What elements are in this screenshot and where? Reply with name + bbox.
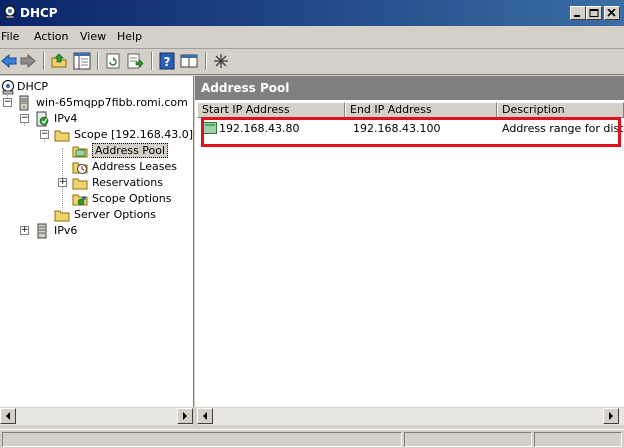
folder-icon: [72, 178, 88, 190]
toolbar-separator: [205, 52, 207, 70]
console-tree: DHCP − win-65mqpp7fibb.romi.com − IPv4 −…: [0, 76, 194, 407]
refresh-icon[interactable]: [104, 52, 122, 70]
details-pane-header: Address Pool: [195, 76, 624, 100]
properties-icon[interactable]: [180, 52, 198, 70]
maximize-icon: [589, 9, 599, 17]
chevron-left-icon: [6, 412, 10, 420]
scroll-left-button[interactable]: [0, 408, 16, 424]
ipv6-icon: [37, 223, 47, 239]
menu-bar: File Action View Help: [0, 26, 624, 49]
details-pane-title: Address Pool: [201, 81, 290, 95]
status-bar: [0, 429, 624, 448]
highlight-box: [201, 117, 621, 147]
tree-label-address-leases: Address Leases: [92, 160, 177, 173]
scroll-left-button[interactable]: [197, 408, 213, 424]
collapse-icon[interactable]: −: [3, 98, 12, 107]
tree-label-ipv6: IPv6: [54, 224, 78, 237]
maximize-button[interactable]: [586, 6, 602, 20]
folder-icon: [54, 130, 70, 142]
close-button[interactable]: [604, 6, 620, 20]
toolbar-separator: [97, 52, 99, 70]
tree-label-scope-options: Scope Options: [92, 192, 172, 205]
back-icon[interactable]: [0, 52, 18, 70]
toolbar-separator: [151, 52, 153, 70]
menu-action[interactable]: Action: [34, 30, 68, 43]
toolbar-separator: [43, 52, 45, 70]
minimize-button[interactable]: [570, 6, 586, 20]
column-header-start-ip[interactable]: Start IP Address: [197, 102, 345, 118]
ipv4-icon: [36, 111, 49, 127]
dhcp-app-icon: [4, 5, 16, 19]
svg-text:?: ?: [164, 55, 171, 69]
dhcp-icon: [2, 80, 14, 95]
address-pool-icon: [72, 146, 88, 158]
tree-label-server: win-65mqpp7fibb.romi.com: [36, 96, 188, 109]
toolbar: ?: [0, 49, 624, 75]
tree-horizontal-scrollbar[interactable]: [0, 408, 193, 425]
column-header-end-ip[interactable]: End IP Address: [345, 102, 497, 118]
expand-icon[interactable]: +: [20, 226, 29, 235]
scroll-right-button[interactable]: [603, 408, 619, 424]
details-horizontal-scrollbar[interactable]: [197, 408, 624, 425]
server-icon: [19, 95, 29, 111]
tree-label-server-options: Server Options: [74, 208, 157, 221]
folder-icon: [54, 210, 70, 222]
up-folder-icon[interactable]: [50, 52, 68, 70]
collapse-icon[interactable]: −: [20, 114, 29, 123]
collapse-icon[interactable]: −: [40, 130, 49, 139]
snowflake-icon[interactable]: [212, 52, 230, 70]
scope-options-icon: [72, 194, 88, 206]
menu-help[interactable]: Help: [117, 30, 142, 43]
column-header-description[interactable]: Description: [497, 102, 624, 118]
close-icon: [607, 9, 616, 17]
scroll-right-button[interactable]: [177, 408, 193, 424]
title-bar: DHCP: [0, 0, 624, 26]
tree-label-address-pool: Address Pool: [92, 143, 169, 158]
tree-label-ipv4: IPv4: [54, 112, 78, 125]
help-icon[interactable]: ?: [158, 52, 176, 70]
status-panel: [2, 432, 402, 447]
tree-label-reservations: Reservations: [92, 176, 163, 189]
menu-file[interactable]: File: [1, 30, 19, 43]
minimize-icon: [574, 15, 580, 17]
window-title: DHCP: [20, 6, 58, 20]
chevron-right-icon: [183, 412, 187, 420]
status-panel: [534, 432, 622, 447]
tree-label-scope: Scope [192.168.43.0] ju: [74, 128, 194, 141]
show-hide-tree-icon[interactable]: [73, 52, 91, 70]
export-list-icon[interactable]: [126, 52, 144, 70]
expand-icon[interactable]: +: [58, 178, 67, 187]
chevron-left-icon: [203, 412, 207, 420]
forward-icon[interactable]: [19, 52, 37, 70]
chevron-right-icon: [609, 412, 613, 420]
status-panel: [404, 432, 532, 447]
menu-view[interactable]: View: [80, 30, 106, 43]
address-leases-icon: [72, 162, 88, 174]
tree-label-dhcp: DHCP: [17, 80, 49, 93]
